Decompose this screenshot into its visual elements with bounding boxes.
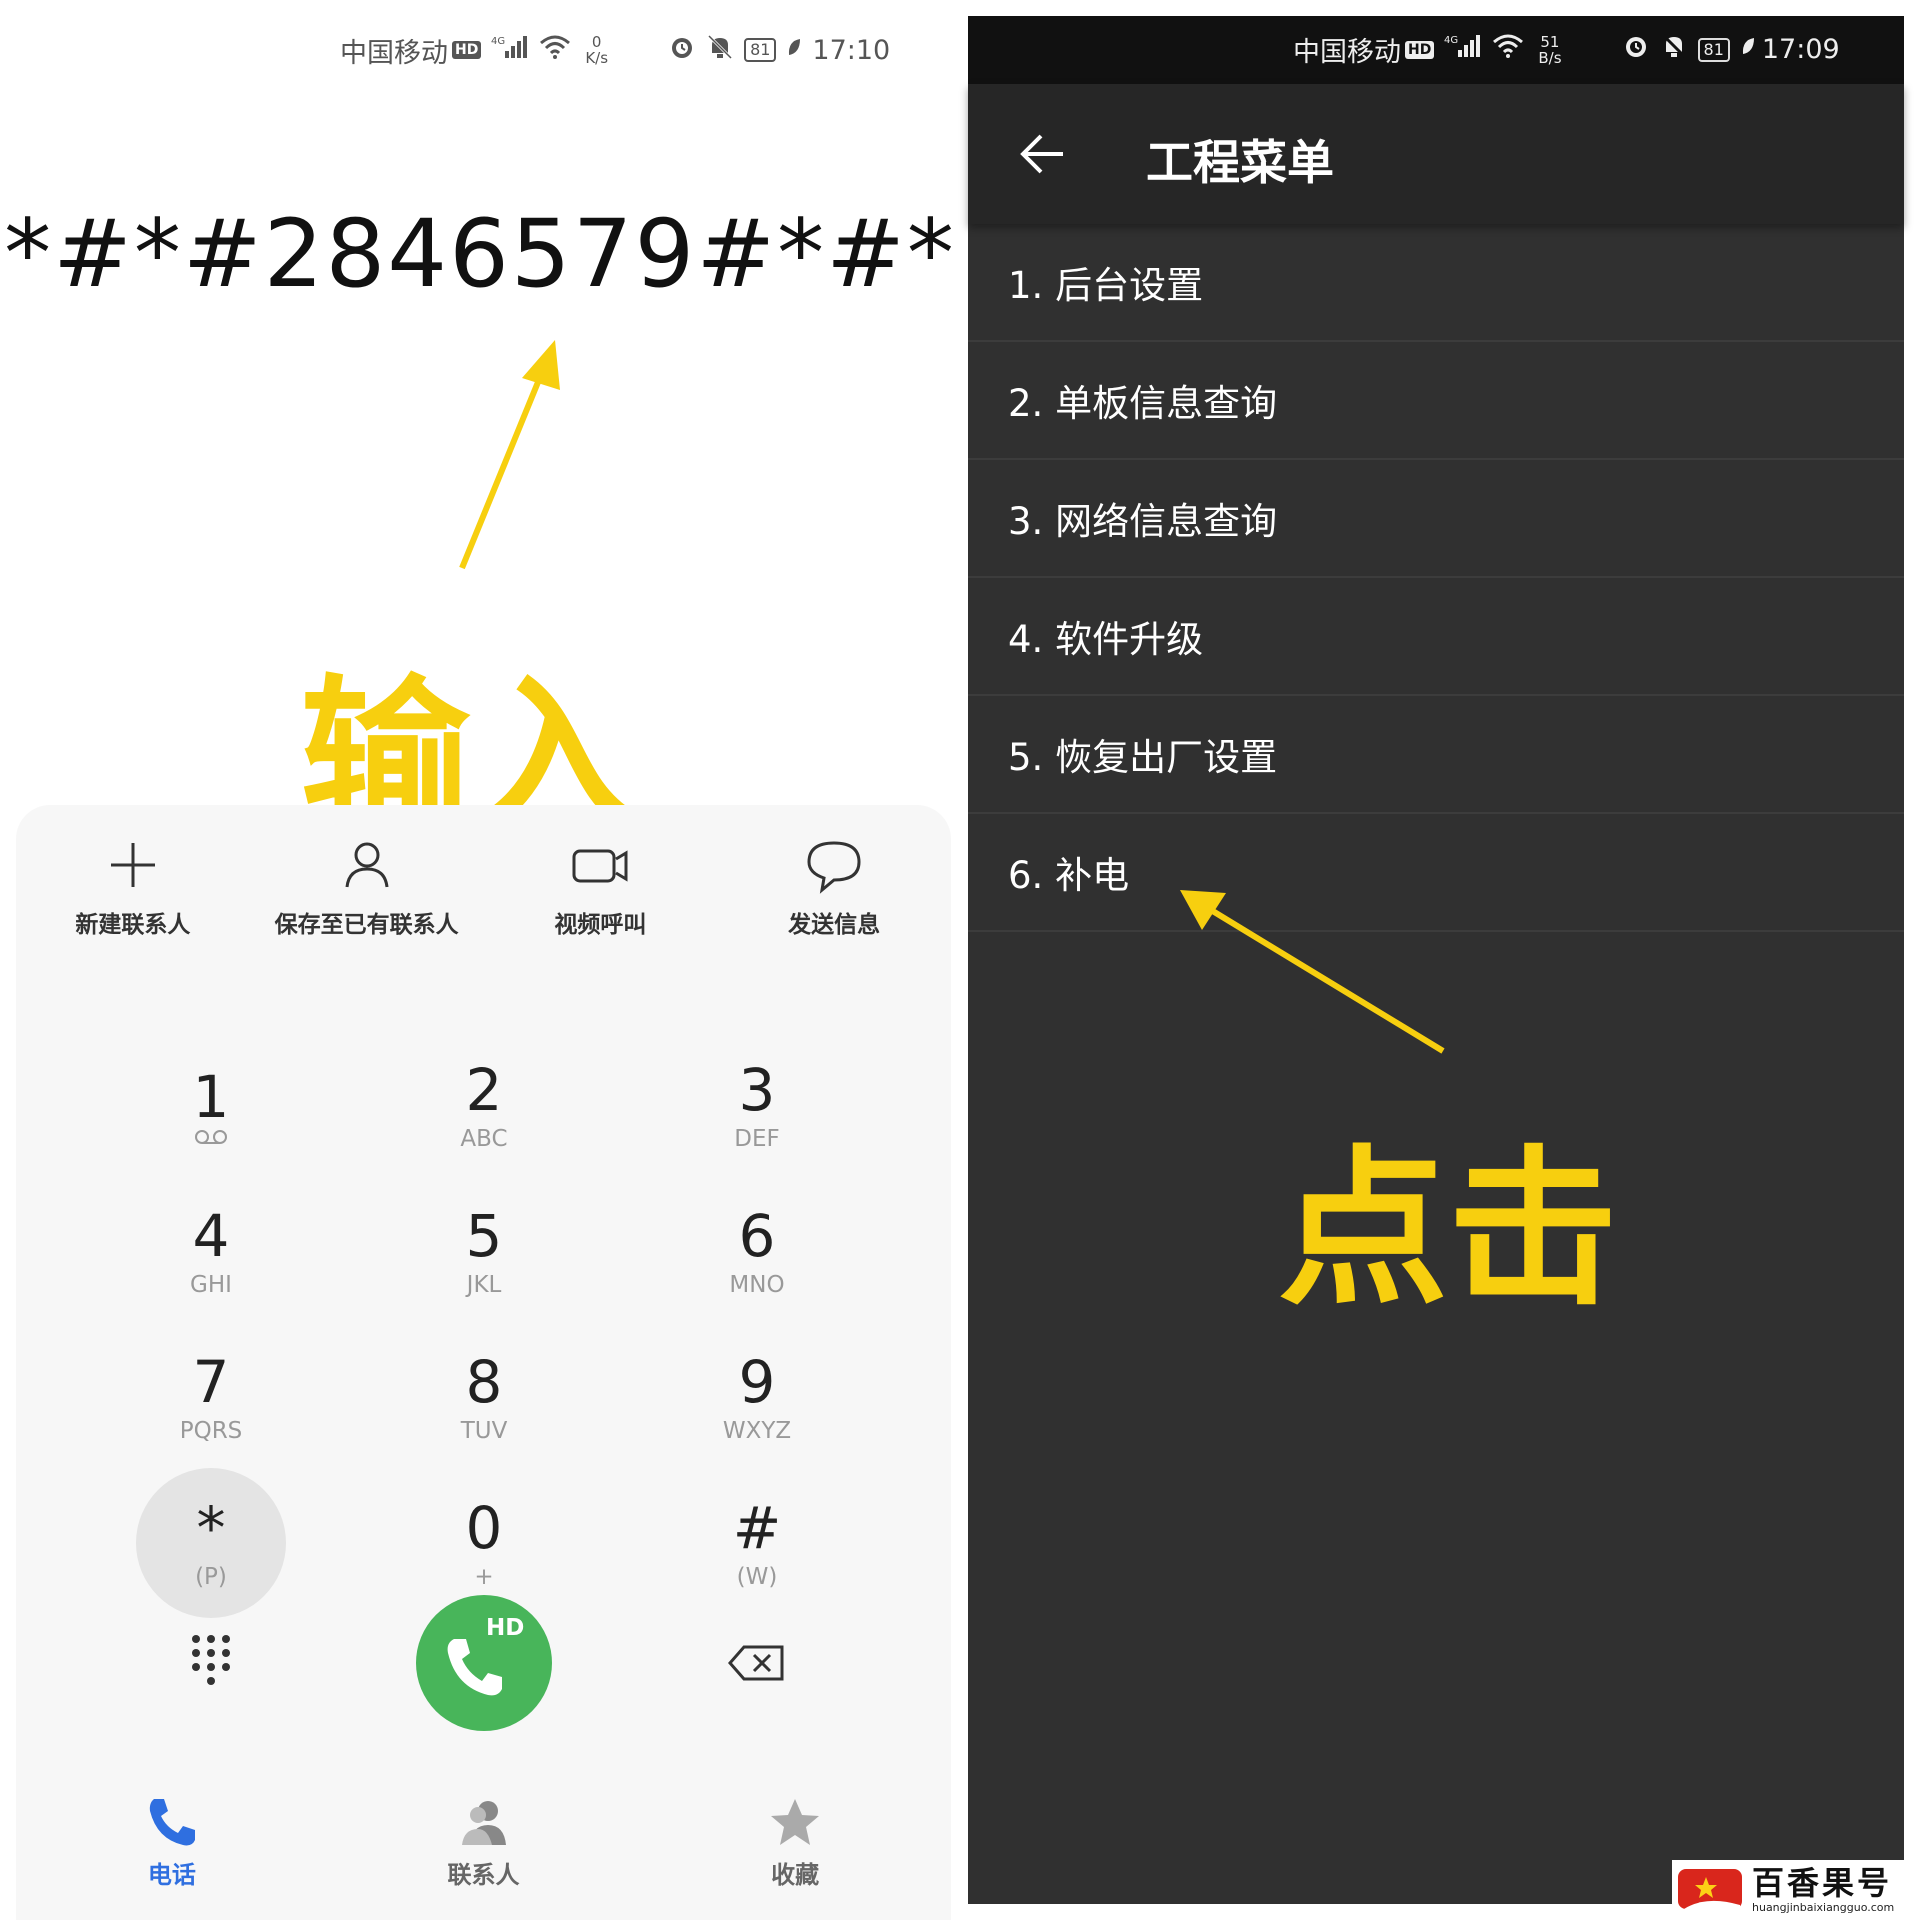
bottom-nav: 电话 联系人 收藏 xyxy=(16,1795,951,1890)
hd-badge: HD xyxy=(1405,40,1435,59)
wifi-icon xyxy=(539,34,571,67)
page-title: 工程菜单 xyxy=(1146,136,1334,191)
send-message-button[interactable]: 发送信息 xyxy=(717,835,951,939)
battery-indicator: 81 xyxy=(1697,37,1730,62)
menu-item-network-info[interactable]: 3. 网络信息查询 xyxy=(968,460,1904,578)
back-arrow-icon[interactable] xyxy=(1013,124,1073,184)
engineering-menu-screen: 中国移动 HD 4G 51 B/s 81 17:09 工程菜单 1. 后台设置 … xyxy=(968,16,1904,1904)
save-to-contact-button[interactable]: 保存至已有联系人 xyxy=(250,835,484,939)
key-8[interactable]: 8 TUV xyxy=(409,1322,559,1472)
svg-text:4G: 4G xyxy=(1444,35,1458,46)
dialer-panel: 新建联系人 保存至已有联系人 视频呼叫 发送信息 1 2 ABC 3 DEF 4 GH xyxy=(16,805,951,1920)
alarm-icon xyxy=(668,33,696,68)
leaf-icon xyxy=(1740,34,1756,65)
menu-item-software-upgrade[interactable]: 4. 软件升级 xyxy=(968,578,1904,696)
clock-time: 17:10 xyxy=(812,34,891,66)
new-contact-button[interactable]: 新建联系人 xyxy=(16,835,250,939)
key-4[interactable]: 4 GHI xyxy=(136,1176,286,1326)
video-call-button[interactable]: 视频呼叫 xyxy=(484,835,718,939)
dialer-screen: 中国移动 HD 4G 0 K/s 81 17:10 *#*#2846579#*#… xyxy=(0,0,960,1920)
battery-indicator: 81 xyxy=(744,38,777,62)
star-icon xyxy=(771,1799,820,1845)
nav-phone[interactable]: 电话 xyxy=(16,1795,328,1890)
watermark-title: 百香果号 xyxy=(1752,1864,1893,1902)
person-icon xyxy=(345,842,389,888)
app-bar: 工程菜单 xyxy=(968,84,1904,224)
menu-item-factory-reset[interactable]: 5. 恢复出厂设置 xyxy=(968,696,1904,814)
mute-bell-icon xyxy=(706,33,734,68)
net-speed: 0 K/s xyxy=(585,33,609,67)
watermark-logo-icon xyxy=(1678,1869,1742,1909)
chat-bubble-icon xyxy=(807,841,861,894)
key-hash[interactable]: # (W) xyxy=(682,1468,832,1618)
key-star[interactable]: * (P) xyxy=(136,1468,286,1618)
phone-handset-icon xyxy=(447,1639,502,1696)
status-bar: 中国移动 HD 4G 0 K/s 81 17:10 xyxy=(340,30,890,70)
signal-icon: 4G xyxy=(1444,33,1482,66)
clock-time: 17:09 xyxy=(1761,34,1840,65)
alarm-icon xyxy=(1622,32,1650,67)
key-3[interactable]: 3 DEF xyxy=(682,1030,832,1180)
backspace-icon[interactable] xyxy=(726,1643,786,1683)
nav-favorites[interactable]: 收藏 xyxy=(639,1795,951,1890)
phone-icon xyxy=(149,1799,195,1846)
key-7[interactable]: 7 PQRS xyxy=(136,1322,286,1472)
engineering-menu: 1. 后台设置 2. 单板信息查询 3. 网络信息查询 4. 软件升级 5. 恢… xyxy=(968,224,1904,932)
call-button[interactable]: HD xyxy=(416,1595,552,1731)
key-1[interactable]: 1 xyxy=(136,1030,286,1180)
svg-text:4G: 4G xyxy=(491,36,505,47)
carrier-label: 中国移动 xyxy=(1293,37,1401,68)
mute-bell-icon xyxy=(1660,32,1688,67)
dialed-number[interactable]: *#*#2846579#*#* xyxy=(0,200,960,309)
hd-badge: HD xyxy=(452,41,482,59)
contacts-icon xyxy=(461,1801,506,1845)
menu-item-board-info[interactable]: 2. 单板信息查询 xyxy=(968,342,1904,460)
key-9[interactable]: 9 WXYZ xyxy=(682,1322,832,1472)
key-6[interactable]: 6 MNO xyxy=(682,1176,832,1326)
annotation-click: 点击 xyxy=(1278,1131,1619,1329)
key-5[interactable]: 5 JKL xyxy=(409,1176,559,1326)
status-bar-dark: 中国移动 HD 4G 51 B/s 81 17:09 xyxy=(968,16,1904,84)
wifi-icon xyxy=(1492,33,1524,66)
carrier-label: 中国移动 xyxy=(340,37,448,69)
net-speed: 51 B/s xyxy=(1538,32,1562,67)
keypad-toggle-icon[interactable] xyxy=(186,1631,236,1691)
menu-item-battery-charge[interactable]: 6. 补电 xyxy=(968,814,1904,932)
plus-icon xyxy=(110,843,155,887)
signal-icon: 4G xyxy=(491,34,529,67)
key-2[interactable]: 2 ABC xyxy=(409,1030,559,1180)
quick-actions: 新建联系人 保存至已有联系人 视频呼叫 发送信息 xyxy=(16,835,951,939)
menu-item-background-settings[interactable]: 1. 后台设置 xyxy=(968,224,1904,342)
video-camera-icon xyxy=(572,849,628,883)
nav-contacts[interactable]: 联系人 xyxy=(328,1795,640,1890)
call-hd-badge: HD xyxy=(486,1615,525,1641)
voicemail-icon xyxy=(195,1130,227,1144)
watermark: 百香果号 huangjinbaixiangguo.com xyxy=(1672,1860,1920,1920)
watermark-url: huangjinbaixiangguo.com xyxy=(1752,1901,1895,1914)
leaf-icon xyxy=(786,35,802,66)
